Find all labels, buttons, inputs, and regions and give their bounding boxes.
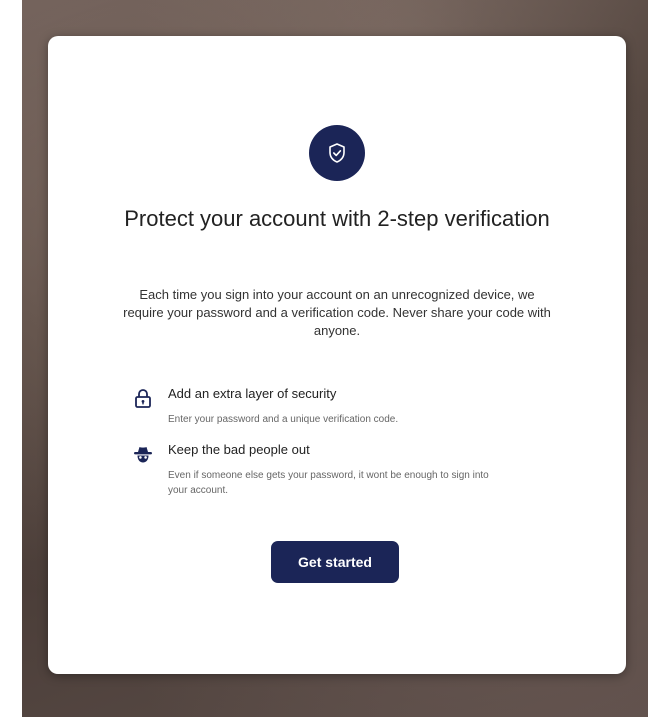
two-step-verification-dialog: Protect your account with 2-step verific… [48, 36, 626, 674]
feature-description: Enter your password and a unique verific… [168, 414, 399, 425]
feature-title: Add an extra layer of security [168, 386, 337, 401]
feature-title: Keep the bad people out [168, 442, 310, 457]
dialog-description: Each time you sign into your account on … [123, 287, 551, 338]
feature-description: Even if someone else gets your password,… [168, 470, 489, 496]
lock-icon [132, 387, 154, 409]
spy-icon [132, 443, 154, 465]
dialog-title: Protect your account with 2-step verific… [124, 206, 550, 231]
shield-check-icon [309, 125, 365, 181]
get-started-button[interactable]: Get started [271, 541, 399, 583]
